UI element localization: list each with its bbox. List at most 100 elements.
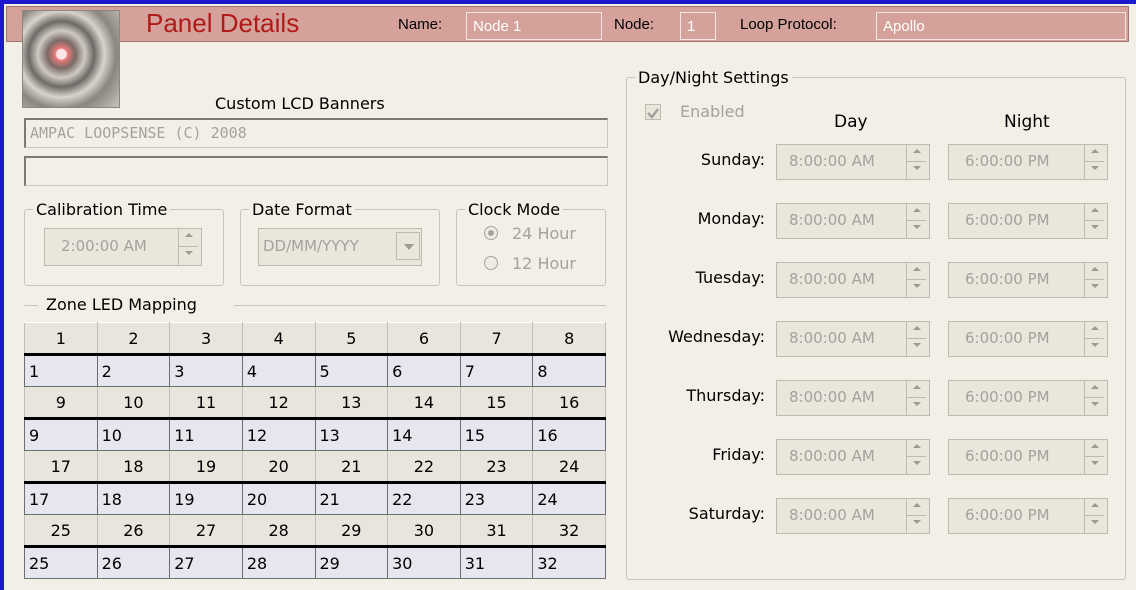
zone-led-cell[interactable]: 31 bbox=[459, 545, 534, 579]
clock-mode-group: Clock Mode bbox=[456, 200, 606, 286]
node-label: Node: bbox=[614, 16, 655, 33]
zone-header-cell: 9 bbox=[24, 386, 98, 419]
zone-header-row: 12345678 bbox=[24, 322, 606, 355]
zone-header-cell: 30 bbox=[387, 514, 461, 547]
zone-header-cell: 12 bbox=[241, 386, 316, 419]
time-spinner[interactable] bbox=[906, 499, 926, 533]
spin-down-icon bbox=[1091, 520, 1099, 524]
zone-led-cell[interactable]: 13 bbox=[314, 417, 389, 451]
loop-protocol-field[interactable]: Apollo bbox=[876, 12, 1126, 40]
zone-led-mapping-grid: 1 2 3 4 5 6 7 8 1 2 3 4 5 6 7 8 9 10 11 12 13 14 15 16 9 10 11 12 13… bbox=[24, 322, 606, 579]
time-spinner[interactable] bbox=[1084, 322, 1104, 356]
time-spinner[interactable] bbox=[1084, 499, 1104, 533]
day-label: Wednesday: bbox=[668, 327, 765, 346]
node-field[interactable]: 1 bbox=[680, 12, 716, 40]
time-spinner[interactable] bbox=[906, 263, 926, 297]
zone-led-cell[interactable]: 14 bbox=[387, 417, 461, 451]
zone-led-cell[interactable]: 19 bbox=[169, 481, 243, 515]
zone-value-row: 12345678 bbox=[24, 353, 606, 387]
enabled-checkbox[interactable] bbox=[645, 104, 661, 120]
spin-down-icon bbox=[913, 461, 921, 465]
zone-mapping-rule-right bbox=[234, 305, 606, 306]
time-spinner[interactable] bbox=[1084, 145, 1104, 179]
zone-led-cell[interactable]: 28 bbox=[241, 545, 316, 579]
zone-header-cell: 14 bbox=[387, 386, 461, 419]
zone-header-cell: 29 bbox=[314, 514, 389, 547]
zone-led-cell[interactable]: 4 bbox=[241, 353, 316, 387]
zone-header-cell: 32 bbox=[532, 514, 606, 547]
time-spinner[interactable] bbox=[1084, 263, 1104, 297]
zone-led-cell[interactable]: 6 bbox=[387, 353, 461, 387]
zone-header-cell: 10 bbox=[96, 386, 171, 419]
spin-down-icon bbox=[913, 520, 921, 524]
zone-led-cell[interactable]: 9 bbox=[24, 417, 98, 451]
clock-24-hour-radio[interactable] bbox=[484, 226, 498, 240]
zone-led-cell[interactable]: 10 bbox=[96, 417, 171, 451]
zone-mapping-rule-left bbox=[24, 305, 38, 306]
zone-led-cell[interactable]: 8 bbox=[532, 353, 606, 387]
spin-up-icon bbox=[1091, 149, 1099, 153]
spin-down-icon bbox=[1091, 461, 1099, 465]
zone-led-cell[interactable]: 15 bbox=[459, 417, 534, 451]
calibration-time-spinner[interactable] bbox=[178, 229, 198, 265]
spin-up-icon bbox=[1091, 208, 1099, 212]
zone-led-cell[interactable]: 18 bbox=[96, 481, 171, 515]
zone-header-cell: 4 bbox=[241, 322, 316, 355]
zone-led-cell[interactable]: 3 bbox=[169, 353, 243, 387]
clock-12-hour-radio[interactable] bbox=[484, 256, 498, 270]
day-label: Thursday: bbox=[686, 386, 765, 405]
day-night-settings-legend: Day/Night Settings bbox=[638, 68, 789, 87]
zone-led-cell[interactable]: 26 bbox=[96, 545, 171, 579]
zone-led-cell[interactable]: 2 bbox=[96, 353, 171, 387]
loop-protocol-label: Loop Protocol: bbox=[740, 16, 837, 33]
spin-up-icon bbox=[1091, 503, 1099, 507]
zone-header-cell: 15 bbox=[459, 386, 534, 419]
time-spinner[interactable] bbox=[906, 145, 926, 179]
name-field[interactable]: Node 1 bbox=[466, 12, 602, 40]
zone-led-cell[interactable]: 5 bbox=[314, 353, 389, 387]
lcd-banner-line1-input[interactable]: AMPAC LOOPSENSE (C) 2008 bbox=[24, 118, 608, 148]
time-spinner[interactable] bbox=[906, 381, 926, 415]
zone-header-cell: 28 bbox=[241, 514, 316, 547]
zone-led-cell[interactable]: 23 bbox=[459, 481, 534, 515]
time-spinner[interactable] bbox=[1084, 204, 1104, 238]
zone-header-cell: 25 bbox=[24, 514, 98, 547]
zone-led-cell[interactable]: 27 bbox=[169, 545, 243, 579]
lcd-banner-line2-input[interactable] bbox=[24, 156, 608, 186]
zone-led-cell[interactable]: 29 bbox=[314, 545, 389, 579]
zone-led-cell[interactable]: 30 bbox=[387, 545, 461, 579]
time-spinner[interactable] bbox=[906, 322, 926, 356]
zone-header-row: 25 26 27 28 29 30 31 32 bbox=[24, 514, 606, 547]
time-spinner[interactable] bbox=[906, 440, 926, 474]
zone-header-cell: 23 bbox=[459, 450, 534, 483]
time-spinner[interactable] bbox=[1084, 440, 1104, 474]
zone-led-cell[interactable]: 22 bbox=[387, 481, 461, 515]
chevron-down-icon bbox=[404, 244, 414, 250]
date-format-dropdown-button[interactable] bbox=[396, 232, 420, 260]
date-format-legend: Date Format bbox=[252, 200, 352, 219]
name-label: Name: bbox=[398, 16, 443, 33]
night-column-header: Night bbox=[1004, 112, 1050, 132]
time-spinner[interactable] bbox=[906, 204, 926, 238]
zone-led-cell[interactable]: 24 bbox=[532, 481, 606, 515]
calibration-time-legend: Calibration Time bbox=[36, 200, 168, 219]
zone-led-cell[interactable]: 16 bbox=[532, 417, 606, 451]
time-spinner[interactable] bbox=[1084, 381, 1104, 415]
zone-header-cell: 1 bbox=[24, 322, 98, 355]
zone-led-cell[interactable]: 25 bbox=[24, 545, 98, 579]
zone-header-cell: 13 bbox=[314, 386, 389, 419]
zone-led-cell[interactable]: 32 bbox=[532, 545, 606, 579]
zone-led-cell[interactable]: 11 bbox=[169, 417, 243, 451]
zone-led-cell[interactable]: 1 bbox=[24, 353, 98, 387]
spin-up-icon bbox=[1091, 444, 1099, 448]
spin-up-icon bbox=[913, 149, 921, 153]
zone-header-cell: 18 bbox=[96, 450, 171, 483]
zone-led-cell[interactable]: 7 bbox=[459, 353, 534, 387]
zone-led-cell[interactable]: 20 bbox=[241, 481, 316, 515]
zone-header-cell: 6 bbox=[387, 322, 461, 355]
enabled-label: Enabled bbox=[680, 102, 745, 121]
zone-led-cell[interactable]: 12 bbox=[241, 417, 316, 451]
clock-24-hour-label: 24 Hour bbox=[512, 224, 576, 243]
zone-led-cell[interactable]: 17 bbox=[24, 481, 98, 515]
zone-led-cell[interactable]: 21 bbox=[314, 481, 389, 515]
